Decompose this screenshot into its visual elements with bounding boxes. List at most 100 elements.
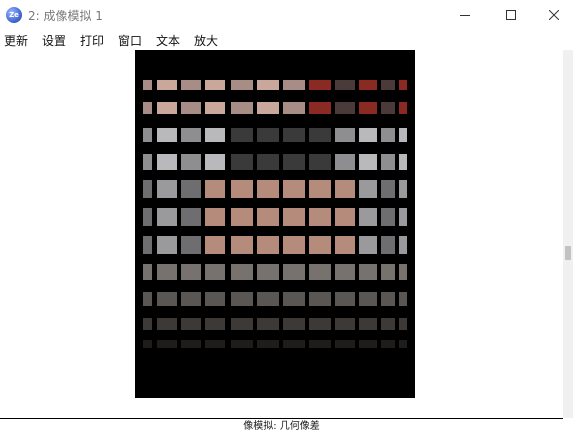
image-patch [143,340,152,348]
image-patch [205,318,225,330]
image-patch [205,292,225,306]
image-patch [157,318,177,330]
image-patch [399,292,407,306]
image-patch [283,264,305,280]
image-patch [231,340,253,348]
vertical-scrollbar[interactable] [563,50,573,418]
image-patch [181,340,201,348]
image-patch [181,80,201,90]
image-patch [181,180,201,198]
image-patch [335,318,355,330]
image-patch [283,236,305,254]
image-patch [231,236,253,254]
image-patch [309,340,331,348]
image-patch [231,80,253,90]
menu-bar: 更新 设置 打印 窗口 文本 放大 [0,30,573,50]
image-patch [309,102,331,114]
image-patch [231,180,253,198]
image-patch [309,154,331,170]
image-patch [335,264,355,280]
image-patch [143,102,152,114]
scrollbar-thumb[interactable] [565,246,571,260]
image-patch [381,128,395,142]
image-patch [205,356,225,360]
image-patch [157,264,177,280]
image-patch [143,236,152,254]
image-simulation-canvas [143,80,407,360]
image-patch [231,318,253,330]
image-patch [309,208,331,226]
image-patch [257,128,279,142]
image-patch [309,356,331,360]
image-patch [335,180,355,198]
image-patch [181,264,201,280]
image-patch [257,340,279,348]
minimize-icon [459,15,470,16]
image-patch [181,102,201,114]
image-patch [359,102,377,114]
image-patch [283,80,305,90]
image-patch [399,128,407,142]
image-patch [231,102,253,114]
image-patch [205,80,225,90]
image-patch [157,356,177,360]
image-patch [157,236,177,254]
image-patch [283,180,305,198]
image-patch [381,264,395,280]
image-patch [143,356,152,360]
image-patch [205,154,225,170]
image-patch [231,208,253,226]
minimize-button[interactable] [442,0,487,30]
image-patch [399,80,407,90]
menu-print[interactable]: 打印 [80,32,104,49]
image-patch [335,356,355,360]
image-patch [257,80,279,90]
image-patch [231,264,253,280]
image-patch [143,180,152,198]
menu-zoom[interactable]: 放大 [194,32,218,49]
image-patch [205,340,225,348]
image-patch [399,318,407,330]
app-icon: Ze [6,7,22,23]
menu-window[interactable]: 窗口 [118,32,142,49]
image-patch [381,102,395,114]
image-patch [231,154,253,170]
window-title: 2: 成像模拟 1 [28,9,103,23]
maximize-icon [505,10,516,20]
image-patch [283,356,305,360]
image-patch [257,154,279,170]
maximize-button[interactable] [488,0,533,30]
menu-settings[interactable]: 设置 [42,32,66,49]
title-bar: Ze 2: 成像模拟 1 [0,0,573,30]
image-patch [381,292,395,306]
image-patch [381,154,395,170]
image-patch [359,180,377,198]
image-patch [157,154,177,170]
status-bar: 像模拟: 几何像差 [0,419,573,435]
image-patch [205,128,225,142]
image-patch [335,292,355,306]
image-patch [359,154,377,170]
status-text: 像模拟: 几何像差 [243,421,320,432]
image-patch [143,128,152,142]
image-patch [399,208,407,226]
image-patch [205,180,225,198]
close-icon [548,10,559,20]
image-patch [231,128,253,142]
image-patch [335,208,355,226]
menu-update[interactable]: 更新 [4,32,28,49]
image-patch [399,102,407,114]
menu-text[interactable]: 文本 [156,32,180,49]
image-patch [399,180,407,198]
image-patch [359,292,377,306]
image-patch [283,102,305,114]
image-patch [143,292,152,306]
close-button[interactable] [534,0,573,30]
image-patch [143,154,152,170]
simulated-image [135,50,415,398]
image-patch [335,80,355,90]
image-patch [205,236,225,254]
image-patch [309,292,331,306]
image-patch [283,128,305,142]
image-patch [335,236,355,254]
